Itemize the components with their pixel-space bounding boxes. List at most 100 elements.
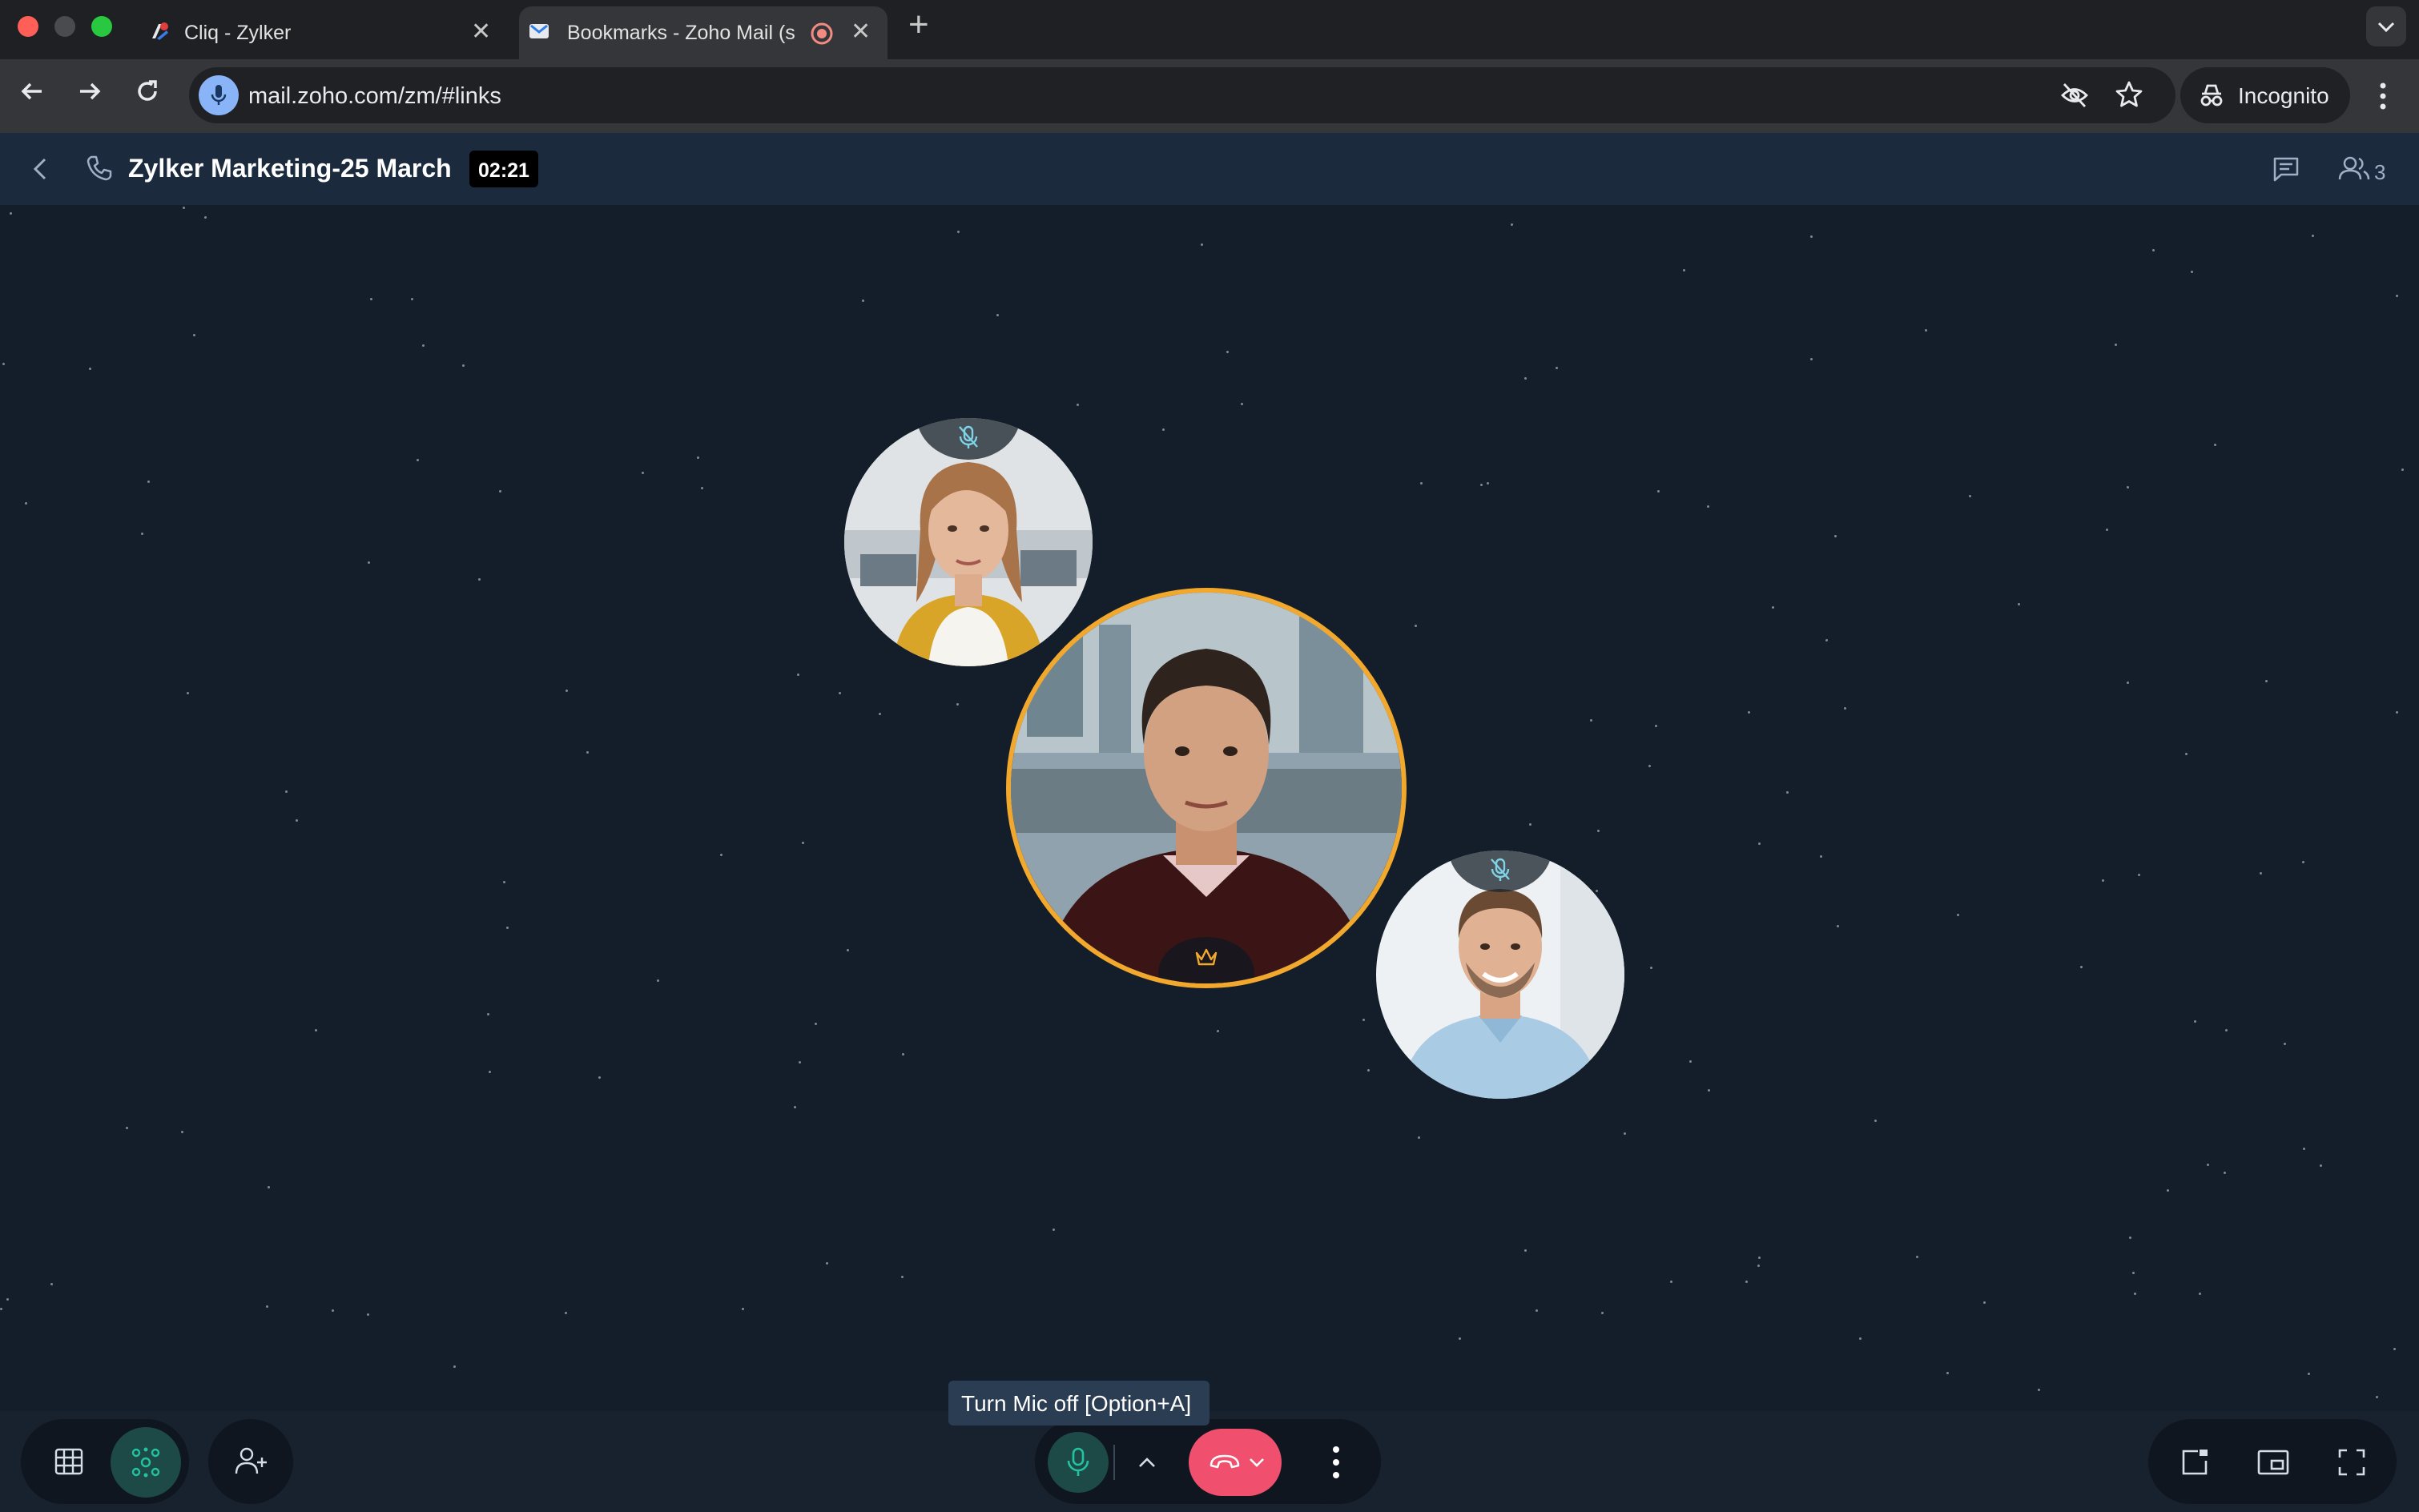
background-star: [1874, 1120, 1877, 1122]
background-star: [1511, 223, 1513, 226]
background-star: [187, 692, 189, 694]
background-star: [1480, 484, 1483, 486]
participant-man-avatar[interactable]: [1376, 850, 1624, 1099]
window-maximize-button[interactable]: [91, 16, 112, 37]
participant-host-avatar[interactable]: [1006, 588, 1407, 988]
call-header: Zylker Marketing-25 March 02:21 3: [0, 133, 2419, 205]
tab-close-icon[interactable]: ✕: [851, 18, 871, 46]
more-options-button[interactable]: [1293, 1419, 1381, 1504]
background-star: [598, 1076, 601, 1079]
mic-tooltip-text: Turn Mic off [Option+A]: [961, 1391, 1192, 1416]
grid-view-button[interactable]: [42, 1435, 95, 1488]
background-star: [367, 1313, 369, 1316]
background-star: [489, 1071, 491, 1073]
background-star: [1053, 1228, 1055, 1231]
background-star: [6, 1298, 9, 1301]
mic-tooltip: Turn Mic off [Option+A]: [948, 1381, 1210, 1426]
background-star: [2396, 295, 2398, 297]
background-star: [566, 690, 568, 692]
mic-off-icon: [1491, 858, 1510, 881]
tracking-protection-eye-off-icon[interactable]: [2060, 82, 2089, 109]
phone-icon: [87, 155, 112, 181]
reload-icon[interactable]: [131, 75, 163, 107]
tab-title: Cliq - Zylker: [184, 22, 292, 44]
background-star: [1957, 914, 1959, 916]
background-star: [1670, 1281, 1672, 1283]
background-star: [2194, 1020, 2196, 1023]
more-vertical-icon: [1333, 1446, 1339, 1478]
background-star: [2207, 1164, 2209, 1166]
forward-arrow-icon[interactable]: [74, 75, 106, 107]
background-star: [2265, 680, 2268, 682]
add-participant-button[interactable]: [208, 1419, 293, 1504]
participants-button[interactable]: 3: [2337, 152, 2401, 187]
picture-in-picture-icon: [2257, 1450, 2289, 1475]
background-star: [1601, 1312, 1604, 1314]
mic-toggle-button[interactable]: [1048, 1432, 1109, 1493]
background-star: [1596, 890, 1598, 892]
background-star: [1946, 1372, 1949, 1374]
call-stage: [0, 205, 2419, 1411]
background-star: [1529, 823, 1531, 826]
background-star: [642, 472, 644, 474]
background-star: [2308, 1373, 2310, 1375]
background-star: [794, 1106, 796, 1108]
background-star: [701, 487, 703, 489]
network-nodes-icon: [131, 1447, 160, 1478]
background-star: [0, 1308, 2, 1310]
background-star: [2393, 1348, 2396, 1350]
background-star: [815, 1023, 817, 1025]
tab-close-icon[interactable]: ✕: [471, 18, 491, 46]
background-star: [1859, 1337, 1862, 1340]
background-star: [2115, 344, 2117, 346]
background-star: [720, 854, 722, 856]
audio-options-button[interactable]: [1125, 1440, 1169, 1485]
participant-woman-avatar[interactable]: [844, 418, 1093, 666]
background-star: [2312, 235, 2314, 237]
bookmark-star-icon[interactable]: [2115, 80, 2143, 109]
background-star: [1925, 329, 1927, 332]
background-star: [126, 1127, 128, 1129]
background-star: [1834, 535, 1837, 537]
microphone-permission-icon[interactable]: [199, 75, 239, 115]
background-star: [1162, 428, 1165, 431]
background-star: [25, 502, 27, 505]
browser-toolbar: mail.zoho.com/zm/#links Incognito: [0, 59, 2419, 133]
window-minimize-button[interactable]: [54, 16, 75, 37]
background-star: [1657, 490, 1660, 493]
back-arrow-icon[interactable]: [16, 75, 48, 107]
spatial-view-button[interactable]: [111, 1427, 181, 1498]
new-tab-icon[interactable]: +: [908, 5, 929, 45]
background-star: [1077, 404, 1079, 406]
hang-up-icon: [1210, 1454, 1240, 1469]
tab-search-button[interactable]: [2366, 6, 2406, 46]
background-star: [1707, 505, 1709, 508]
tab-cliq[interactable]: Cliq - Zylker ✕: [136, 6, 505, 59]
end-call-button[interactable]: [1189, 1429, 1282, 1496]
incognito-badge[interactable]: Incognito: [2180, 67, 2350, 123]
background-star: [902, 1053, 904, 1056]
background-star: [697, 456, 699, 459]
background-star: [1362, 1019, 1365, 1021]
window-close-button[interactable]: [18, 16, 38, 37]
background-star: [1556, 367, 1558, 369]
call-title: Zylker Marketing-25 March: [128, 154, 452, 183]
picture-in-picture-button[interactable]: [2249, 1438, 2297, 1486]
chat-icon[interactable]: [2272, 155, 2300, 183]
pop-out-button[interactable]: [2171, 1438, 2219, 1486]
back-chevron-icon[interactable]: [27, 155, 54, 183]
background-star: [2225, 1029, 2228, 1031]
background-star: [296, 819, 298, 822]
address-bar[interactable]: mail.zoho.com/zm/#links: [189, 67, 2175, 123]
background-star: [1758, 842, 1761, 845]
background-star: [2284, 1043, 2286, 1045]
background-star: [797, 674, 799, 676]
browser-menu-kebab-icon[interactable]: [2371, 80, 2395, 112]
background-star: [462, 364, 465, 367]
background-star: [411, 298, 413, 300]
pop-out-window-icon: [2182, 1450, 2208, 1475]
background-star: [847, 949, 849, 951]
fullscreen-button[interactable]: [2328, 1438, 2376, 1486]
background-star: [315, 1029, 317, 1031]
tab-bookmarks-zoho-mail[interactable]: Bookmarks - Zoho Mail (s ✕: [519, 6, 888, 59]
